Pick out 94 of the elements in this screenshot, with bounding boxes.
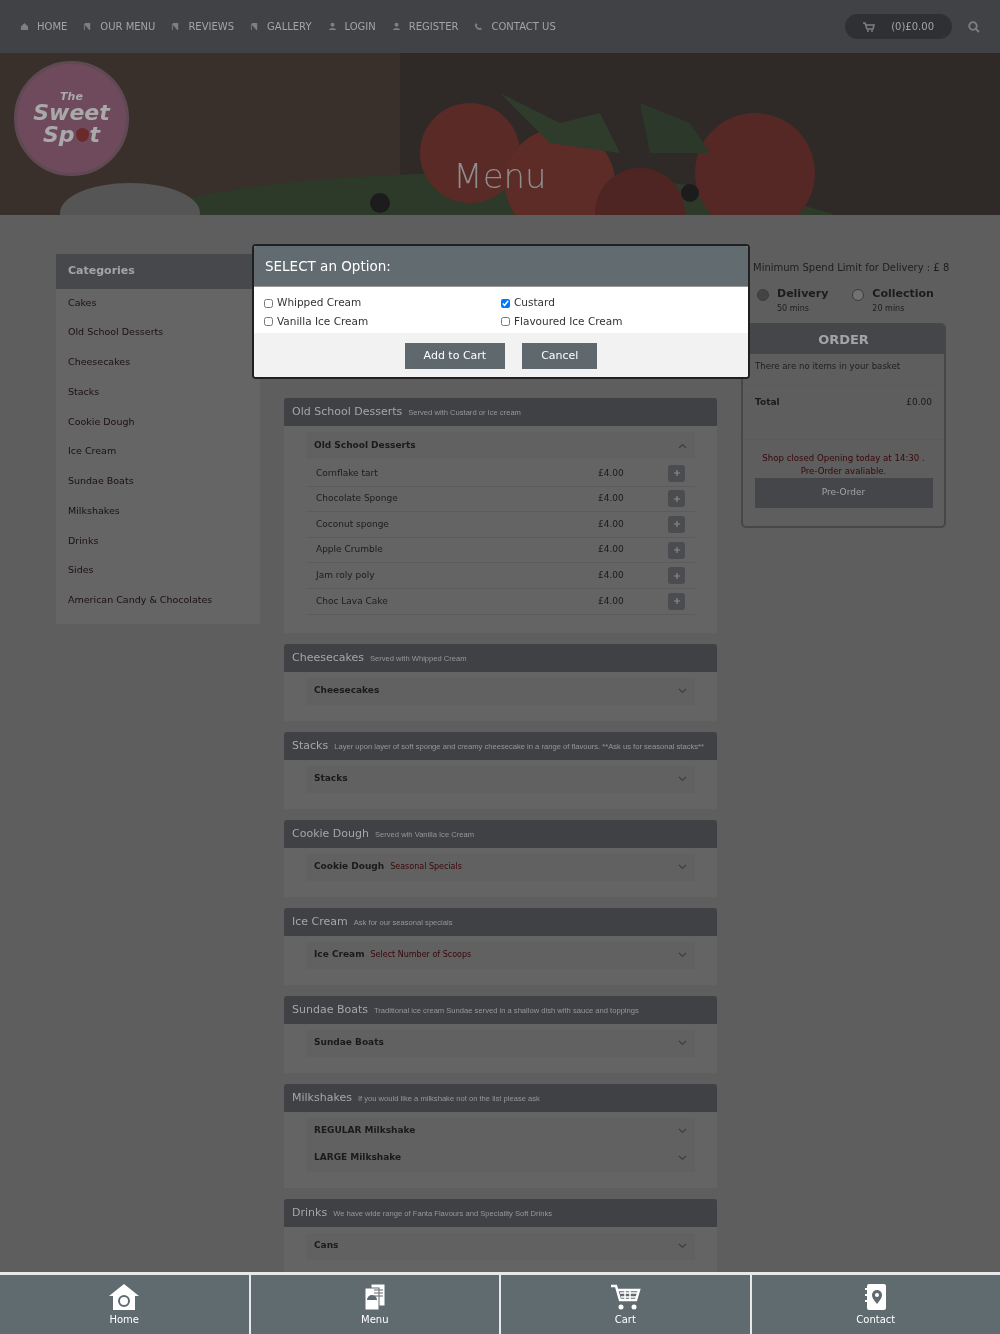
option-label: Delivery	[777, 286, 829, 302]
nav-link[interactable]: HOME	[20, 19, 68, 34]
plus-icon	[672, 571, 681, 580]
category-link[interactable]: Milkshakes	[56, 496, 260, 527]
section-title: Stacks	[292, 737, 329, 754]
item-price: £4.00	[598, 517, 625, 531]
plus-icon	[672, 494, 681, 503]
item-name: Choc Lava Cake	[316, 594, 388, 608]
book-icon	[83, 22, 93, 31]
checkbox[interactable]	[501, 317, 510, 327]
item-price: £4.00	[598, 594, 625, 608]
checkbox[interactable]	[264, 317, 273, 327]
page-title: Menu	[452, 155, 548, 198]
add-button[interactable]	[668, 490, 685, 508]
category-link[interactable]: Stacks	[56, 377, 260, 408]
chevron-icon	[678, 1128, 687, 1135]
plus-icon	[672, 546, 681, 555]
nav-link[interactable]: REVIEWS	[171, 19, 235, 34]
tab-button[interactable]: Menu	[248, 1275, 499, 1334]
chevron-icon	[678, 1155, 687, 1162]
nav-link[interactable]: REGISTER	[391, 19, 459, 34]
add-to-cart-button[interactable]: Add to Cart	[404, 342, 506, 370]
option-label: Vanilla Ice Cream	[277, 314, 369, 329]
total-value: £0.00	[906, 395, 932, 409]
add-button[interactable]	[668, 567, 685, 585]
cart-icon	[863, 21, 876, 32]
add-button[interactable]	[668, 516, 685, 533]
nav-link[interactable]: CONTACT US	[474, 19, 556, 34]
item-name: Chocolate Sponge	[316, 492, 398, 506]
item-price: £4.00	[598, 492, 625, 506]
total-label: Total	[755, 395, 780, 409]
section-title: Ice Cream	[292, 913, 348, 930]
item-price: £4.00	[598, 568, 625, 582]
category-link[interactable]: Drinks	[56, 526, 260, 557]
tab-button[interactable]: Home	[0, 1275, 249, 1334]
home-icon	[20, 22, 29, 31]
min-spend-text: Minimum Spend Limit for Delivery : £ 8	[753, 261, 950, 274]
radio-button[interactable]	[757, 289, 769, 301]
category-link[interactable]: Ice Cream	[56, 437, 260, 467]
add-button[interactable]	[668, 541, 685, 559]
section-title: Drinks	[292, 1204, 328, 1221]
item-name: Cornflake tart	[316, 466, 378, 480]
section-title: Old School Desserts	[292, 404, 403, 420]
item-name: Apple Crumble	[316, 543, 383, 557]
add-button[interactable]	[668, 464, 685, 482]
notice-text: Shop closed Opening today at 14:30 .	[761, 452, 926, 466]
user-icon	[327, 22, 337, 31]
option-label: Collection	[872, 286, 934, 302]
chevron-icon	[678, 1040, 687, 1047]
chevron-icon	[678, 776, 687, 783]
category-link[interactable]: American Candy & Chocolates	[56, 586, 260, 616]
plus-icon	[672, 597, 681, 606]
phone-icon	[474, 22, 484, 31]
plus-icon	[672, 469, 681, 478]
pre-order-button[interactable]: Pre-Order	[754, 478, 933, 508]
section-title: Milkshakes	[292, 1089, 352, 1106]
category-link[interactable]: Cookie Dough	[56, 407, 260, 438]
chevron-icon	[678, 952, 687, 959]
section-title: Cookie Dough	[292, 825, 369, 842]
nav-link[interactable]: GALLERY	[250, 19, 312, 34]
notice-text: Pre-Order avaliable.	[799, 465, 888, 479]
checkbox[interactable]	[501, 298, 510, 308]
section-title: Cheesecakes	[292, 649, 364, 666]
option-label: Whipped Cream	[277, 295, 362, 311]
tag-label: Select Number of Scoops	[370, 949, 472, 962]
section-title: Sundae Boats	[292, 1001, 368, 1018]
radio-button[interactable]	[852, 289, 865, 301]
search-icon	[968, 21, 980, 33]
item-price: £4.00	[598, 466, 625, 480]
option-label: Flavoured Ice Cream	[514, 314, 623, 329]
option-label: Custard	[514, 295, 555, 311]
item-price: £4.00	[598, 543, 625, 557]
category-link[interactable]: Sides	[56, 556, 260, 586]
book-icon	[171, 22, 181, 31]
chevron-icon	[678, 864, 687, 871]
plus-icon	[672, 520, 681, 529]
cancel-button[interactable]: Cancel	[522, 342, 598, 370]
chevron-icon	[678, 442, 687, 449]
item-name: Coconut sponge	[316, 517, 389, 531]
nav-link[interactable]: LOGIN	[327, 19, 376, 34]
cart-total-button[interactable]: (0)£0.00	[845, 14, 952, 39]
tag-label: Seasonal Specials	[390, 861, 462, 874]
add-button[interactable]	[668, 592, 685, 610]
tab-button[interactable]: Contact	[749, 1275, 1000, 1334]
user-icon	[391, 22, 401, 31]
book-icon	[250, 22, 260, 31]
chevron-icon	[678, 1243, 687, 1250]
tab-button[interactable]: Cart	[499, 1275, 750, 1334]
nav-link[interactable]: OUR MENU	[83, 19, 156, 34]
item-name: Jam roly poly	[316, 568, 375, 582]
category-link[interactable]: Sundae Boats	[56, 467, 260, 497]
checkbox[interactable]	[264, 298, 273, 308]
dialog-title: SELECT an Option:	[254, 246, 748, 288]
chevron-icon	[678, 688, 687, 695]
